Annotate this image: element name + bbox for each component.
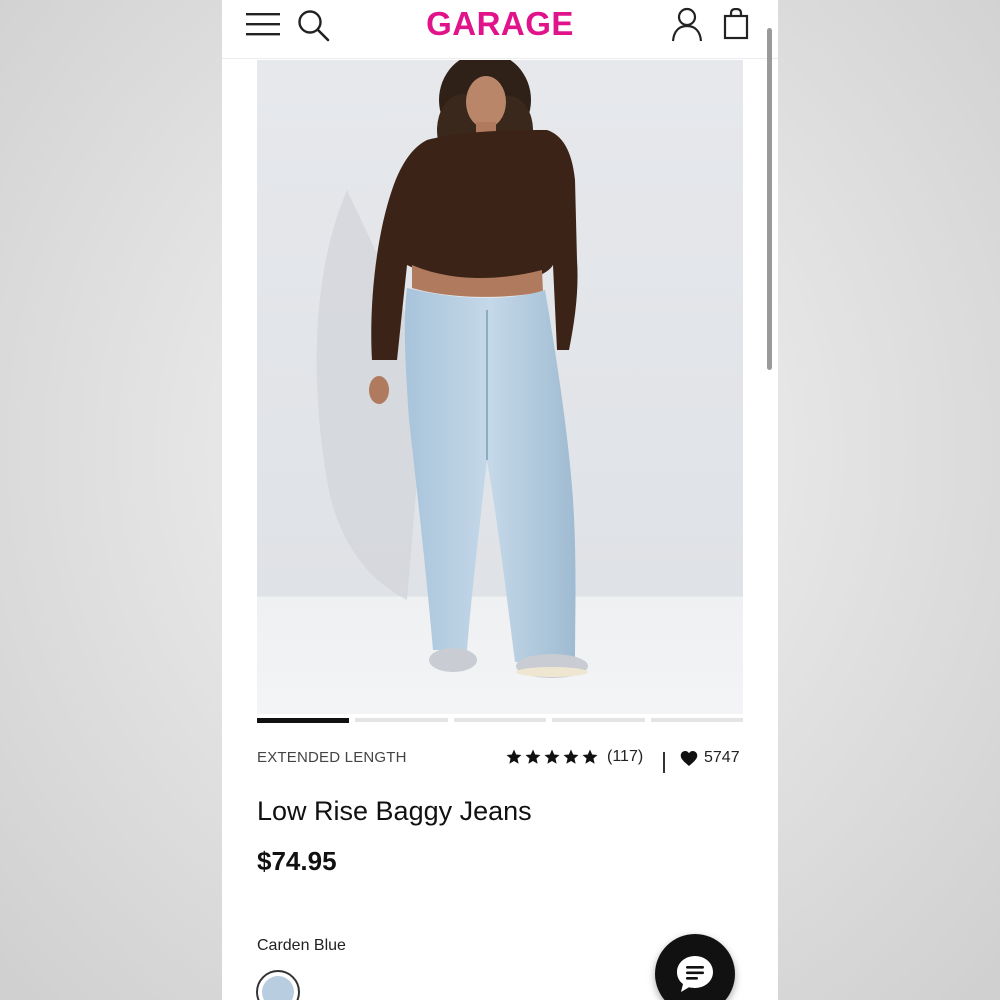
heart-icon[interactable]: [680, 750, 698, 767]
site-header: GARAGE: [222, 0, 778, 59]
chat-bubble-icon: [677, 956, 713, 992]
carousel-dot-5[interactable]: [650, 718, 744, 722]
carousel-dot-2[interactable]: [355, 718, 448, 722]
product-title: Low Rise Baggy Jeans: [257, 796, 532, 826]
selected-color-name: Carden Blue: [257, 937, 346, 954]
carousel-dot-4[interactable]: [552, 718, 645, 722]
page-scrollbar[interactable]: [767, 28, 772, 370]
product-image[interactable]: [257, 60, 743, 714]
product-tag: EXTENDED LENGTH: [257, 749, 407, 766]
product-rating[interactable]: (117): [505, 745, 643, 769]
star-icon: [563, 749, 579, 764]
image-carousel-indicator: [257, 718, 744, 723]
wishlist-likes[interactable]: 5747: [680, 749, 740, 767]
color-swatch[interactable]: [256, 970, 300, 1000]
star-icon: [544, 749, 560, 764]
mobile-page: GARAGE EXTENDED LENGTH (117) 5747 Low Ri…: [222, 0, 778, 1000]
shopping-bag-icon[interactable]: [722, 8, 750, 40]
chat-button[interactable]: [655, 934, 735, 1000]
star-icon: [525, 749, 541, 764]
like-count: 5747: [704, 749, 740, 766]
carousel-dot-3[interactable]: [453, 718, 547, 722]
product-price: $74.95: [257, 846, 337, 876]
product-photo-illustration: [257, 60, 743, 714]
account-icon[interactable]: [670, 6, 704, 42]
star-rating: [505, 748, 599, 766]
color-swatch-fill: [262, 976, 294, 1000]
star-icon: [582, 749, 598, 764]
carousel-dot-1[interactable]: [257, 718, 350, 723]
star-icon: [506, 749, 522, 764]
review-count[interactable]: (117): [607, 748, 643, 766]
rating-likes-divider: [663, 752, 665, 773]
